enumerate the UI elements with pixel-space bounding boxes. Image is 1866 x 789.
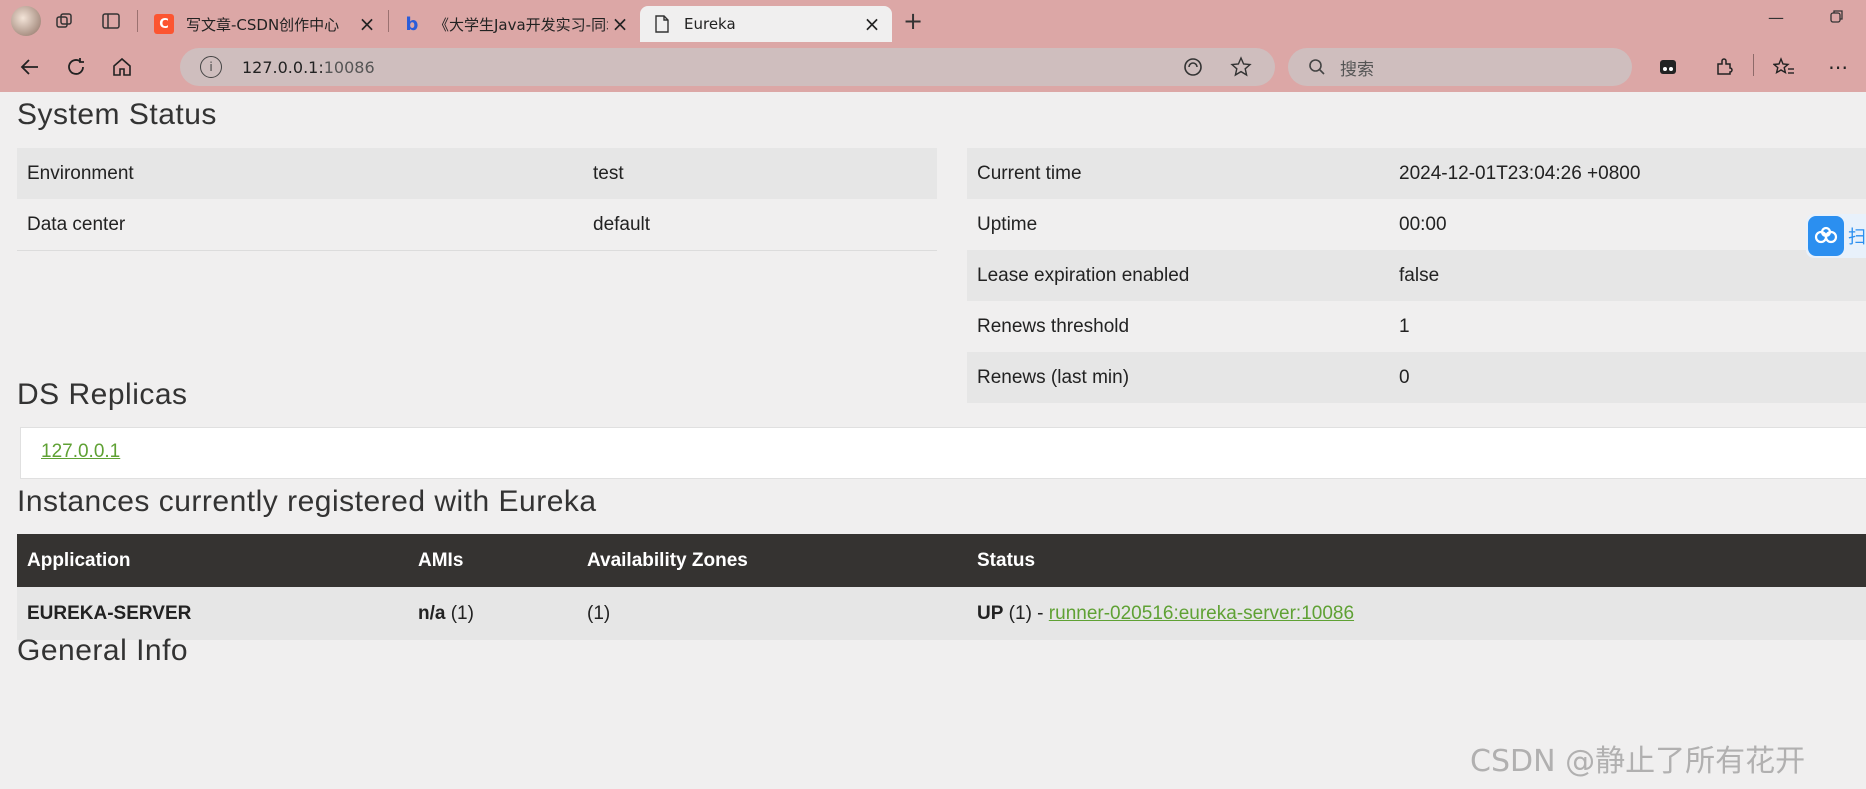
instances-heading: Instances currently registered with Eure… [17, 485, 597, 518]
csdn-watermark: CSDN @静止了所有花开 [1470, 744, 1806, 779]
minimize-icon[interactable]: — [1768, 8, 1784, 27]
amis-cell: n/a (1) [408, 587, 577, 640]
close-tab-icon[interactable]: × [860, 12, 884, 36]
tab-title: 写文章-CSDN创作中心 [186, 15, 340, 34]
column-header: Application [17, 534, 408, 587]
back-icon[interactable] [12, 50, 48, 84]
instance-link[interactable]: runner-020516:eureka-server:10086 [1049, 603, 1354, 624]
tab-java-internship[interactable]: b 《大学生Java开发实习-同城拼车系 × [390, 6, 640, 42]
cloud-icon [1808, 216, 1844, 256]
status-cell: UP (1) - runner-020516:eureka-server:100… [967, 587, 1866, 640]
url-host: 127.0.0.1: [242, 57, 324, 77]
home-icon[interactable] [104, 50, 140, 84]
column-header: AMIs [408, 534, 577, 587]
ds-replicas-list: 127.0.0.1 [20, 427, 1866, 479]
renews-threshold-value: 1 [1399, 315, 1410, 337]
split-screen-icon[interactable] [1650, 50, 1686, 84]
toolbar-divider [1753, 54, 1754, 76]
zones-cell: (1) [577, 587, 967, 640]
table-row: Lease expiration enabled false [967, 250, 1866, 301]
data-center-value: default [593, 213, 651, 235]
refresh-icon[interactable] [58, 50, 94, 84]
lease-expiration-key: Lease expiration enabled [977, 264, 1190, 286]
system-status-heading: System Status [17, 98, 217, 131]
site-info-icon[interactable]: i [200, 56, 222, 78]
renews-last-min-value: 0 [1399, 366, 1410, 388]
favorite-star-icon[interactable] [1230, 56, 1252, 82]
instances-table: Application AMIs Availability Zones Stat… [17, 534, 1866, 640]
ds-replicas-heading: DS Replicas [17, 378, 188, 411]
tab-eureka[interactable]: Eureka × [640, 6, 892, 42]
extensions-icon[interactable] [1706, 50, 1742, 84]
favorites-icon[interactable] [1766, 50, 1802, 84]
application-cell: EUREKA-SERVER [17, 587, 408, 640]
table-header-row: Application AMIs Availability Zones Stat… [17, 534, 1866, 587]
column-header: Status [967, 534, 1866, 587]
restore-window-icon[interactable] [1830, 8, 1844, 27]
address-bar[interactable]: i 127.0.0.1:10086 [180, 48, 1275, 86]
amis-count: (1) [445, 602, 474, 624]
amis-value: n/a [418, 602, 446, 624]
table-row: Renews (last min) 0 [967, 352, 1866, 403]
column-header: Availability Zones [577, 534, 967, 587]
vertical-tabs-icon[interactable] [96, 7, 126, 35]
page-icon [652, 14, 672, 34]
current-time-key: Current time [977, 162, 1082, 184]
table-row: Environment test [17, 148, 937, 199]
general-info-heading: General Info [17, 634, 189, 667]
environment-value: test [593, 162, 624, 184]
replica-link[interactable]: 127.0.0.1 [41, 441, 120, 463]
browser-toolbar: i 127.0.0.1:10086 搜索 ⋯ [0, 42, 1866, 92]
renews-last-min-key: Renews (last min) [977, 366, 1130, 388]
read-aloud-icon[interactable] [1182, 56, 1204, 82]
csdn-favicon-icon: C [154, 14, 174, 34]
table-row: EUREKA-SERVER n/a (1) (1) UP (1) - runne… [17, 587, 1866, 640]
browser-tab-bar: C 写文章-CSDN创作中心 × b 《大学生Java开发实习-同城拼车系 × … [0, 0, 1866, 42]
uptime-value: 00:00 [1399, 213, 1447, 235]
tab-title: Eureka [684, 15, 736, 33]
eureka-dashboard: System Status Environment test Data cent… [6, 92, 1866, 789]
table-row: Uptime 00:00 [967, 199, 1866, 250]
url-port: 10086 [323, 57, 375, 77]
data-center-key: Data center [27, 213, 126, 235]
environment-table: Environment test Data center default [17, 148, 937, 251]
tab-divider [388, 10, 389, 32]
status-table: Current time 2024-12-01T23:04:26 +0800 U… [967, 148, 1866, 403]
status-count: (1) - [1003, 602, 1049, 624]
url-text: 127.0.0.1:10086 [242, 58, 375, 77]
table-row: Current time 2024-12-01T23:04:26 +0800 [967, 148, 1866, 199]
search-box[interactable]: 搜索 [1288, 48, 1632, 86]
tab-title: 《大学生Java开发实习-同城拼车系 [434, 15, 608, 34]
table-row: Data center default [17, 199, 937, 251]
environment-key: Environment [27, 162, 134, 184]
lease-expiration-value: false [1399, 264, 1440, 286]
new-tab-icon[interactable]: + [898, 7, 928, 35]
search-placeholder: 搜索 [1340, 59, 1374, 80]
close-tab-icon[interactable]: × [608, 12, 632, 36]
table-row: Renews threshold 1 [967, 301, 1866, 352]
uptime-key: Uptime [977, 213, 1038, 235]
cloud-assistant-badge[interactable]: 扫 [1806, 214, 1866, 258]
more-options-icon[interactable]: ⋯ [1820, 50, 1856, 84]
tab-divider [137, 10, 138, 32]
renews-threshold-key: Renews threshold [977, 315, 1130, 337]
status-up: UP [977, 602, 1004, 624]
search-icon [1308, 58, 1326, 76]
tab-csdn-editor[interactable]: C 写文章-CSDN创作中心 × [142, 6, 387, 42]
close-tab-icon[interactable]: × [355, 12, 379, 36]
profile-avatar[interactable] [11, 6, 41, 36]
badge-text: 扫 [1848, 227, 1866, 248]
workspaces-icon[interactable] [50, 7, 80, 35]
bing-favicon-icon: b [405, 13, 419, 35]
current-time-value: 2024-12-01T23:04:26 +0800 [1399, 162, 1641, 184]
